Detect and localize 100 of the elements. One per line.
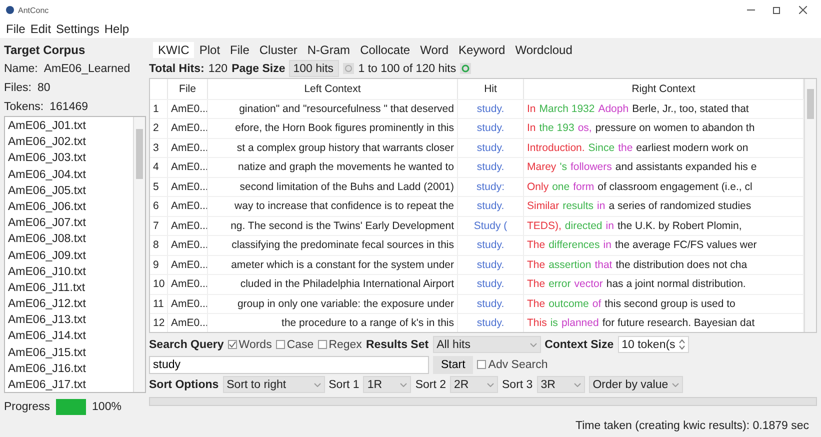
dropdown-caret-icon bbox=[400, 382, 408, 386]
sort-mode-select[interactable]: Sort to right bbox=[222, 376, 325, 393]
hit-cell[interactable]: study. bbox=[458, 235, 524, 254]
hit-cell[interactable]: study. bbox=[458, 98, 524, 118]
file-cell: AmE0... bbox=[168, 216, 208, 235]
spinner-arrows-icon bbox=[679, 339, 686, 350]
tab[interactable]: Collocate bbox=[355, 42, 416, 58]
row-number: 11 bbox=[150, 294, 168, 313]
dropdown-caret-icon bbox=[487, 382, 494, 386]
menu-item[interactable]: File bbox=[6, 22, 26, 36]
window-title: AntConc bbox=[18, 6, 49, 14]
file-cell: AmE0... bbox=[168, 176, 208, 196]
file-item[interactable]: AmE06_J09.txt bbox=[8, 248, 130, 264]
file-cell: AmE0... bbox=[168, 138, 208, 157]
tab[interactable]: Keyword bbox=[454, 42, 510, 58]
tab[interactable]: Plot bbox=[194, 42, 226, 58]
right-context-cell: In the 193 os, pressure on women to abandon th bbox=[524, 118, 804, 138]
file-item[interactable]: AmE06_J08.txt bbox=[8, 231, 130, 248]
sort-level-label: Sort 2 bbox=[415, 378, 446, 390]
right-context-cell: This is planned for future research. Bayesian dat bbox=[524, 313, 804, 332]
hit-cell[interactable]: study. bbox=[458, 313, 524, 332]
progress-bar bbox=[56, 398, 86, 414]
row-number: 7 bbox=[150, 216, 168, 235]
sort-level-select[interactable]: 1R bbox=[363, 376, 412, 393]
file-item[interactable]: AmE06_J01.txt bbox=[8, 118, 130, 134]
hit-cell[interactable]: study. bbox=[458, 196, 524, 216]
dropdown-caret-icon bbox=[530, 342, 537, 346]
menu-item[interactable]: Settings bbox=[56, 22, 100, 36]
hit-cell[interactable]: study: bbox=[458, 176, 524, 196]
start-button[interactable]: Start bbox=[433, 356, 474, 374]
restore-icon[interactable] bbox=[773, 6, 781, 14]
hit-cell[interactable]: study. bbox=[458, 157, 524, 176]
hit-cell[interactable]: study. bbox=[458, 294, 524, 313]
checkbox[interactable]: Regex bbox=[318, 338, 362, 350]
sort-level-select[interactable]: 2R bbox=[450, 376, 498, 393]
search-field[interactable]: study bbox=[149, 356, 429, 374]
hit-cell[interactable]: study. bbox=[458, 138, 524, 157]
dropdown-caret-icon bbox=[574, 382, 581, 386]
context-size-spinner[interactable]: 10 token(s bbox=[618, 336, 690, 353]
sort-level-label: Sort 1 bbox=[328, 378, 360, 390]
next-page-icon[interactable] bbox=[460, 63, 472, 74]
hit-cell[interactable]: study. bbox=[458, 254, 524, 274]
tokens-label: Tokens: bbox=[4, 100, 44, 112]
results-set-select[interactable]: All hits bbox=[432, 336, 541, 353]
file-item[interactable]: AmE06_J15.txt bbox=[8, 344, 130, 361]
total-hits: 120 bbox=[208, 62, 228, 74]
file-cell: AmE0... bbox=[168, 118, 208, 138]
file-item[interactable]: AmE06_J14.txt bbox=[8, 328, 130, 345]
row-number: 8 bbox=[150, 235, 168, 254]
sort-options-label: Sort Options bbox=[149, 378, 219, 390]
file-cell: AmE0... bbox=[168, 274, 208, 294]
check-icon bbox=[228, 341, 236, 348]
file-cell: AmE0... bbox=[168, 254, 208, 274]
row-number: 3 bbox=[150, 138, 168, 157]
hit-cell[interactable]: study. bbox=[458, 274, 524, 294]
left-context-cell: cluded in the Philadelphia International Airport bbox=[208, 274, 458, 294]
tab[interactable]: Wordcloud bbox=[510, 42, 578, 58]
file-item[interactable]: AmE06_J11.txt bbox=[8, 280, 130, 296]
file-item[interactable]: AmE06_J17.txt bbox=[8, 377, 130, 394]
file-item[interactable]: AmE06_J02.txt bbox=[8, 134, 130, 150]
page-size-select[interactable]: 100 hits bbox=[289, 60, 340, 77]
file-item[interactable]: AmE06_J03.txt bbox=[8, 150, 130, 167]
checkbox[interactable]: Words bbox=[228, 338, 272, 350]
sort-level-select[interactable]: 3R bbox=[536, 376, 585, 393]
close-icon[interactable] bbox=[799, 6, 807, 14]
file-item[interactable]: AmE06_J13.txt bbox=[8, 312, 130, 328]
left-context-cell: ng. The second is the Twins' Early Development bbox=[208, 216, 458, 235]
checkbox[interactable]: Adv Search bbox=[477, 358, 548, 370]
file-item[interactable]: AmE06_J16.txt bbox=[8, 360, 130, 377]
menu-item[interactable]: Edit bbox=[30, 22, 52, 36]
file-item[interactable]: AmE06_J04.txt bbox=[8, 166, 130, 183]
file-item[interactable]: AmE06_J12.txt bbox=[8, 296, 130, 312]
file-item[interactable]: AmE06_J05.txt bbox=[8, 182, 130, 199]
file-cell: AmE0... bbox=[168, 313, 208, 332]
tab[interactable]: KWIC bbox=[153, 42, 194, 58]
row-number: 4 bbox=[150, 157, 168, 176]
hit-cell[interactable]: study. bbox=[458, 118, 524, 138]
menu-item[interactable]: Help bbox=[104, 22, 130, 36]
checkbox[interactable]: Case bbox=[276, 338, 314, 350]
left-context-cell: group in only one variable: the exposure under bbox=[208, 294, 458, 313]
column-header: Hit bbox=[458, 79, 524, 98]
hit-cell[interactable]: Study ( bbox=[458, 216, 524, 235]
context-size-label: Context Size bbox=[544, 338, 614, 350]
right-context-cell: The error vector has a joint normal distribution. bbox=[524, 274, 804, 294]
file-item[interactable]: AmE06_J10.txt bbox=[8, 264, 130, 280]
order-select[interactable]: Order by value bbox=[588, 376, 684, 393]
tab[interactable]: File bbox=[225, 42, 254, 58]
file-cell: AmE0... bbox=[168, 235, 208, 254]
left-context-cell: classifying the predominate fecal sources in this bbox=[208, 235, 458, 254]
right-context-cell: The outcome of this second group is used to bbox=[524, 294, 804, 313]
row-number: 2 bbox=[150, 118, 168, 138]
right-context-cell: Marey 's followers and assistants expanded his e bbox=[524, 157, 804, 176]
tab[interactable]: N-Gram bbox=[302, 42, 356, 58]
file-item[interactable]: AmE06_J06.txt bbox=[8, 198, 130, 216]
right-context-cell: The assertion that the distribution does not cha bbox=[524, 254, 804, 274]
row-number: 6 bbox=[150, 196, 168, 216]
file-item[interactable]: AmE06_J07.txt bbox=[8, 215, 130, 232]
name-label: Name: bbox=[4, 62, 38, 74]
tab[interactable]: Word bbox=[415, 42, 454, 58]
tab[interactable]: Cluster bbox=[254, 42, 302, 58]
